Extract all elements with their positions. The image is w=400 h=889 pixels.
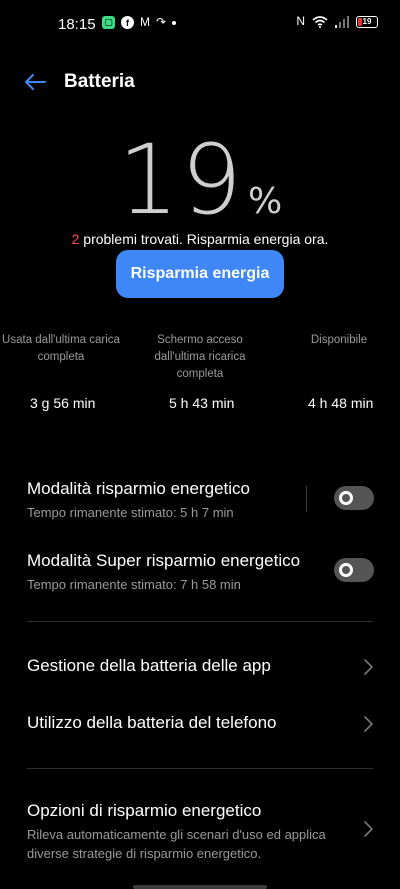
row-separator xyxy=(306,486,307,512)
app-battery-title: Gestione della batteria delle app xyxy=(27,656,271,675)
battery-percent-value: 19 xyxy=(117,124,244,236)
battery-percentage: 19% xyxy=(0,124,400,236)
app-header: Batteria xyxy=(0,60,400,104)
power-saving-subtitle: Tempo rimanente stimato: 5 h 7 min xyxy=(27,505,234,520)
battery-percent-sign: % xyxy=(247,181,283,222)
stat-label: Usata dall'ultima carica completa xyxy=(2,334,120,363)
super-power-saving-toggle[interactable] xyxy=(334,558,374,582)
stat-label: Schermo acceso dall'ultima ricarica comp… xyxy=(154,334,246,380)
chevron-right-icon xyxy=(364,716,373,732)
stat-value: 4 h 48 min xyxy=(308,395,374,411)
super-power-saving-subtitle: Tempo rimanente stimato: 7 h 58 min xyxy=(27,577,241,592)
power-options-title: Opzioni di risparmio energetico xyxy=(27,801,262,820)
more-notifications-icon xyxy=(172,20,177,25)
page-title: Batteria xyxy=(64,71,135,92)
power-saving-row[interactable]: Modalità risparmio energetico Tempo rima… xyxy=(0,476,400,526)
super-power-saving-row[interactable]: Modalità Super risparmio energetico Temp… xyxy=(0,548,400,598)
save-energy-button[interactable]: Risparmia energia xyxy=(116,250,284,298)
stat-available: Disponibile xyxy=(300,332,378,349)
problems-text: problemi trovati. Risparmia energia ora. xyxy=(79,231,329,247)
app-notification-icon: ▢ xyxy=(102,16,115,29)
status-bar: 18:15 ▢ f M ↷ N 19 xyxy=(0,0,400,48)
power-options-subtitle: Rileva automaticamente gli scenari d'uso… xyxy=(27,827,326,861)
nfc-icon: N xyxy=(296,14,305,28)
toggle-knob xyxy=(339,491,353,505)
app-battery-row[interactable]: Gestione della batteria delle app xyxy=(0,648,400,688)
system-icons: N 19 xyxy=(296,15,378,28)
signal-icon xyxy=(335,15,349,28)
chevron-right-icon xyxy=(364,821,373,837)
problems-message: 2 problemi trovati. Risparmia energia or… xyxy=(0,231,400,247)
facebook-icon: f xyxy=(121,16,134,29)
power-options-row[interactable]: Opzioni di risparmio energetico Rileva a… xyxy=(0,798,400,868)
battery-status-icon: 19 xyxy=(356,15,378,28)
stat-screen-on: Schermo acceso dall'ultima ricarica comp… xyxy=(150,332,250,383)
notification-icons: ▢ f M ↷ xyxy=(102,15,177,29)
missed-call-icon: ↷ xyxy=(156,15,167,29)
section-divider xyxy=(27,621,373,622)
stat-value: 5 h 43 min xyxy=(169,395,235,411)
phone-battery-row[interactable]: Utilizzo della batteria del telefono xyxy=(0,705,400,745)
gmail-icon: M xyxy=(140,15,150,29)
chevron-right-icon xyxy=(364,659,373,675)
back-button[interactable] xyxy=(20,68,50,96)
home-indicator[interactable] xyxy=(133,885,267,889)
phone-battery-title: Utilizzo della batteria del telefono xyxy=(27,713,277,732)
status-time: 18:15 xyxy=(58,16,96,33)
arrow-left-icon xyxy=(25,74,46,90)
super-power-saving-title: Modalità Super risparmio energetico xyxy=(27,551,301,570)
stat-since-charge: Usata dall'ultima carica completa xyxy=(2,332,120,366)
power-saving-toggle[interactable] xyxy=(334,486,374,510)
section-divider xyxy=(27,768,373,769)
wifi-icon xyxy=(312,15,328,28)
toggle-knob xyxy=(339,563,353,577)
power-saving-title: Modalità risparmio energetico xyxy=(27,479,250,498)
stat-value: 3 g 56 min xyxy=(30,395,96,411)
stat-label: Disponibile xyxy=(310,334,368,346)
